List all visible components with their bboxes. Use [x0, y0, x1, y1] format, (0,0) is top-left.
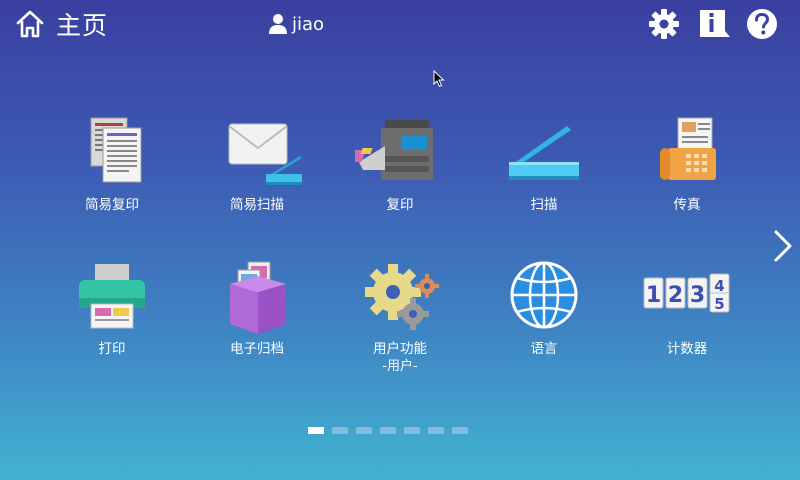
app-easy-scan[interactable]: 简易扫描 — [197, 114, 317, 214]
help-button[interactable] — [742, 4, 782, 44]
page-dot[interactable] — [380, 427, 396, 434]
page-dot[interactable] — [404, 427, 420, 434]
app-print[interactable]: 打印 — [52, 258, 172, 358]
info-icon — [700, 10, 730, 37]
user-icon — [269, 14, 287, 34]
svg-text:3: 3 — [690, 283, 705, 308]
app-user-functions[interactable]: 用户功能 -用户- — [340, 258, 460, 376]
mouse-cursor-icon — [433, 70, 445, 88]
app-scan[interactable]: 扫描 — [484, 114, 604, 214]
app-easy-copy[interactable]: 简易复印 — [52, 114, 172, 214]
header-bar: 主页 jiao — [0, 0, 800, 48]
home-icon — [16, 10, 44, 38]
page-dot[interactable] — [308, 427, 324, 434]
counter-icon: 1 2 3 4 5 — [643, 273, 730, 313]
app-fax[interactable]: 传真 — [627, 114, 747, 214]
app-label: 扫描 — [530, 197, 558, 213]
scanner-icon — [509, 126, 579, 180]
app-label: 复印 — [386, 197, 414, 213]
app-sublabel: -用户- — [382, 359, 418, 374]
page-dot[interactable] — [356, 427, 372, 434]
next-page-button[interactable] — [768, 226, 796, 266]
page-title: 主页 — [56, 11, 109, 40]
printer-icon — [79, 264, 145, 329]
app-label: 传真 — [673, 197, 701, 213]
chevron-right-icon — [774, 230, 792, 262]
app-label: 语言 — [530, 341, 558, 357]
help-icon — [747, 9, 777, 39]
app-label: 简易复印 — [85, 197, 139, 213]
copier-icon — [355, 120, 433, 180]
svg-text:5: 5 — [714, 295, 724, 313]
page-indicator — [308, 427, 468, 434]
app-copy[interactable]: 复印 — [340, 114, 460, 214]
app-label: 电子归档 — [230, 341, 284, 357]
app-document-filing[interactable]: 电子归档 — [197, 258, 317, 358]
gear-icon — [649, 9, 679, 39]
svg-text:4: 4 — [714, 277, 724, 295]
app-label: 打印 — [98, 341, 126, 357]
app-label: 简易扫描 — [230, 197, 284, 213]
svg-text:2: 2 — [668, 283, 683, 308]
settings-button[interactable] — [644, 4, 684, 44]
app-label: 计数器 — [666, 341, 708, 357]
user-name: jiao — [292, 13, 325, 35]
fax-icon — [660, 117, 716, 180]
gears-icon — [365, 264, 439, 330]
home-button[interactable]: 主页 — [14, 6, 108, 42]
page-dot[interactable] — [452, 427, 468, 434]
svg-text:1: 1 — [646, 283, 661, 308]
globe-icon — [510, 261, 578, 329]
user-indicator[interactable]: jiao — [268, 11, 324, 37]
app-language[interactable]: 语言 — [484, 258, 604, 358]
app-counter[interactable]: 1 2 3 4 5 计数器 — [627, 258, 747, 358]
info-button[interactable] — [694, 4, 734, 44]
easy-copy-icon — [90, 117, 142, 183]
document-box-icon — [230, 261, 286, 334]
app-label: 用户功能 — [373, 341, 427, 357]
page-dot[interactable] — [332, 427, 348, 434]
page-dot[interactable] — [428, 427, 444, 434]
easy-scan-icon — [228, 123, 302, 185]
